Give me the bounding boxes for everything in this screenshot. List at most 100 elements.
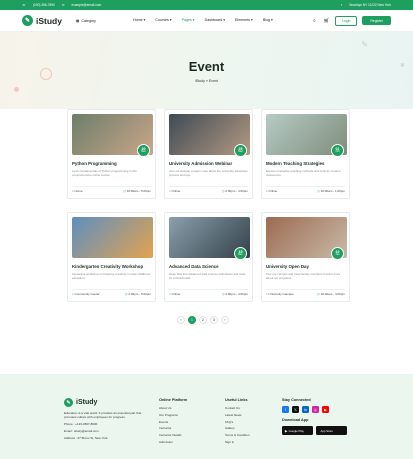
decor-leaf-icon: ❦ (399, 63, 405, 69)
event-time: ◷ 2:00pm - 4:00pm (221, 189, 248, 193)
event-image[interactable]: 20 Dec (72, 114, 153, 157)
decor-pen-icon: ✎ (361, 40, 368, 49)
instagram-icon[interactable]: ◎ (312, 406, 319, 413)
grid-icon: ▦ (75, 18, 80, 23)
event-card[interactable]: 22 Jun University Open Day Tour our campus … (261, 212, 350, 302)
footer-logo[interactable]: ✎ iStudy (64, 398, 144, 407)
footer-link[interactable]: FAQ's (225, 420, 250, 424)
linkedin-icon[interactable]: in (302, 406, 309, 413)
social-links: f 𝕏in ◎ ▶ (282, 406, 347, 413)
menu-item-elements[interactable]: Elements ▾ (235, 18, 253, 22)
event-description: Learn fundamentals of Python programming… (72, 168, 137, 177)
event-title[interactable]: Advanced Data Science (169, 264, 248, 269)
footer-address: Address : 27 Bronx St, New York (64, 435, 108, 440)
location-pin-icon: ⌖ (266, 292, 268, 296)
event-card[interactable]: 25 Mar University Admission Webinar Join ou… (164, 109, 253, 199)
breadcrumb: iStudy » Event (0, 79, 413, 83)
pagination: ‹ 1 2 3 › (177, 316, 229, 324)
events-section: 20 Dec Python Programming Learn fundamental… (0, 109, 413, 344)
login-button[interactable]: Login (335, 15, 358, 26)
event-title[interactable]: University Admission Webinar (169, 161, 248, 166)
topbar-email[interactable]: example@email.com (71, 3, 101, 7)
event-image[interactable]: 15 Dec (169, 217, 250, 260)
location-pin-icon: ⌖ (169, 189, 171, 193)
footer-link[interactable]: Gallery (225, 426, 250, 430)
clock-icon: ◷ (317, 292, 320, 296)
menu-item-dashboard[interactable]: Dashboard ▾ (205, 18, 225, 22)
event-title[interactable]: Modern Teaching Strategies (266, 161, 345, 166)
footer-logo-icon: ✎ (64, 398, 73, 407)
category-button[interactable]: ▦ Category (76, 19, 96, 23)
search-icon[interactable]: ⌕ (311, 17, 318, 24)
menu-item-blog[interactable]: Blog ▾ (263, 18, 273, 22)
menu-item-courses[interactable]: Courses ▾ (155, 18, 171, 22)
date-badge: 25 Mar (234, 144, 247, 157)
menu-item-home[interactable]: Home ▾ (133, 18, 145, 22)
event-title[interactable]: Python Programming (72, 161, 151, 166)
breadcrumb-current: Event (208, 79, 219, 83)
footer-link[interactable]: Contact Us (225, 406, 250, 410)
page-button[interactable]: 2 (199, 316, 207, 324)
event-title[interactable]: Kindergarten Creativity Workshop (72, 264, 151, 269)
cart-icon[interactable]: 🛒︎ (323, 17, 330, 24)
event-image[interactable]: 22 Jun (266, 217, 347, 260)
footer-heading: Stay Connected (282, 398, 311, 402)
footer-link[interactable]: Instructor Details (159, 433, 187, 437)
event-meta: ⌖ Online ◷ 2:00pm - 4:00pm (169, 185, 248, 193)
breadcrumb-home[interactable]: iStudy (195, 79, 205, 83)
footer-link[interactable]: Our Programs (159, 413, 187, 417)
logo-text: iStudy (36, 15, 62, 26)
app-store-button[interactable]: App Store (316, 426, 347, 435)
footer-link[interactable]: About Us (159, 406, 187, 410)
event-location: ⌖ Home (72, 189, 83, 193)
footer-connect: Stay Connected f 𝕏in ◎ ▶ Download App ▶ Goog… (282, 398, 347, 435)
site-footer: ✎ iStudy Education is a vital world. It … (0, 374, 413, 459)
twitter-icon[interactable]: 𝕏 (292, 406, 299, 413)
event-card[interactable]: 20 Dec Python Programming Learn fundamental… (67, 109, 156, 199)
event-location: ⌖ Community Center (72, 292, 100, 296)
event-card[interactable]: Kindergarten Creativity Workshop Interact… (67, 212, 156, 302)
menu-item-pages[interactable]: Pages ▾ (182, 18, 195, 22)
event-image[interactable]: 01 Oct (266, 114, 347, 157)
footer-link[interactable]: Admission (159, 440, 187, 444)
phone-icon: ☏ (22, 3, 26, 7)
footer-heading: Useful Links (225, 398, 248, 402)
clock-icon: ◷ (317, 189, 320, 193)
facebook-icon[interactable]: f (282, 406, 289, 413)
footer-link[interactable]: Latest News (225, 413, 250, 417)
footer-link[interactable]: Terms & Condition (225, 433, 250, 437)
site-logo[interactable]: ✎ iStudy (22, 15, 62, 26)
footer-link[interactable]: Sign in (225, 440, 250, 444)
footer-email: Email : istudy@email.com (64, 428, 99, 433)
event-title[interactable]: University Open Day (266, 264, 345, 269)
prev-page-button[interactable]: ‹ (177, 316, 185, 324)
next-page-button[interactable]: › (221, 316, 229, 324)
decor-dot (14, 87, 19, 92)
event-description: Join our webinar to learn more about the… (169, 168, 248, 177)
event-card[interactable]: 01 Oct Modern Teaching Strategies Explore i… (261, 109, 350, 199)
location-icon: ⌖ (340, 3, 343, 7)
event-time: ◷ 10:00am - 1:00pm (317, 189, 345, 193)
topbar-phone[interactable]: (000) 356-7890 (33, 3, 55, 7)
event-location: ⌖ University Campus (266, 292, 294, 296)
youtube-icon[interactable]: ▶ (322, 406, 329, 413)
page-button[interactable]: 3 (210, 316, 218, 324)
page-title: Event (188, 59, 225, 74)
event-image[interactable]: 25 Mar (169, 114, 250, 157)
event-card[interactable]: 15 Dec Advanced Data Science Deep dive into… (164, 212, 253, 302)
location-pin-icon: ⌖ (169, 292, 171, 296)
event-meta: ⌖ University Campus ◷ 10:00am - 4:00pm (266, 288, 345, 296)
footer-link[interactable]: Events (159, 420, 187, 424)
page-button[interactable]: 1 (188, 316, 196, 324)
footer-useful-links: Useful Links Contact Us Latest News FAQ's G… (225, 398, 250, 447)
mail-icon: ✉ (61, 3, 65, 7)
event-image[interactable] (72, 217, 153, 258)
decor-circle (40, 68, 52, 80)
main-menu: Home ▾ Courses ▾ Pages ▾ Dashboard ▾ Ele… (133, 18, 273, 22)
google-play-button[interactable]: ▶ Google Play (282, 426, 313, 435)
footer-heading: Online Platform (159, 398, 188, 402)
footer-link[interactable]: Instructor (159, 426, 187, 430)
register-button[interactable]: Register (362, 16, 391, 25)
event-location: ⌖ Online (169, 292, 181, 296)
event-meta: ⌖ Home ◷ 10:00am - 5:00pm (72, 185, 151, 193)
